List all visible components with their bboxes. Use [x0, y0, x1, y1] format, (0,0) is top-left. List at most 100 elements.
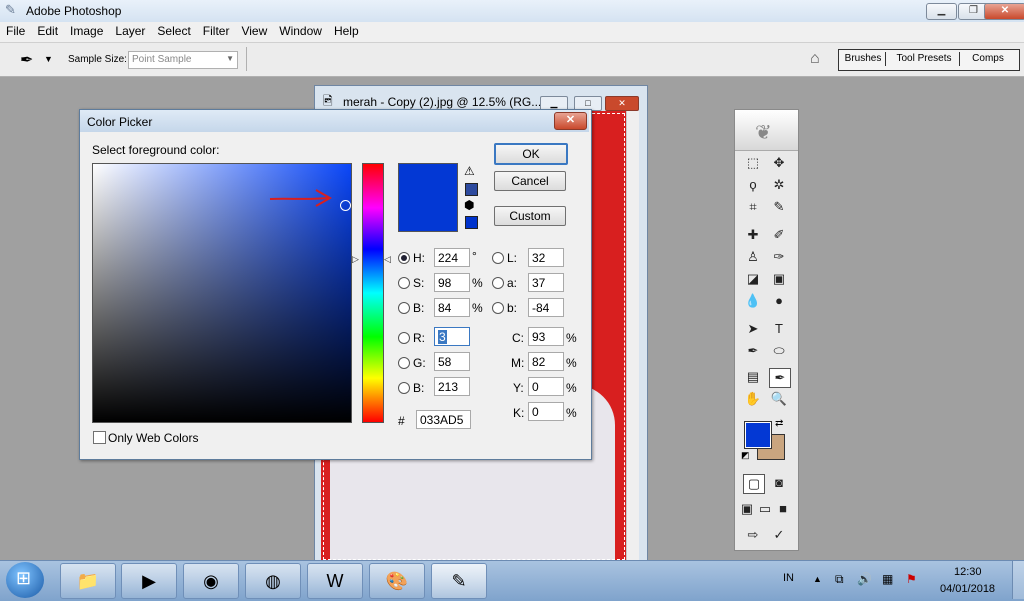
- input-m[interactable]: 82: [528, 352, 564, 371]
- menu-help[interactable]: Help: [328, 22, 365, 38]
- hue-slider-right-handle[interactable]: ◁: [384, 254, 391, 265]
- menu-select[interactable]: Select: [151, 22, 196, 38]
- input-a[interactable]: 37: [528, 273, 564, 292]
- blur-tool-icon[interactable]: 💧: [743, 292, 763, 310]
- input-lab-b[interactable]: -84: [528, 298, 564, 317]
- quick-mask-mode-icon[interactable]: ◙: [769, 474, 789, 492]
- tab-brushes[interactable]: Brushes: [841, 52, 886, 66]
- type-tool-icon[interactable]: T: [769, 320, 789, 338]
- gamut-warning-icon[interactable]: ⚠: [464, 164, 475, 178]
- palette-well-icon[interactable]: ⌂: [810, 50, 820, 68]
- radio-h[interactable]: [398, 252, 410, 264]
- language-indicator[interactable]: IN: [783, 572, 794, 584]
- document-scrollbar[interactable]: [626, 111, 639, 560]
- taskbar-paint-button[interactable]: 🎨: [369, 563, 425, 599]
- foreground-color-swatch[interactable]: [744, 421, 772, 449]
- close-button[interactable]: ✕: [984, 3, 1024, 20]
- lasso-tool-icon[interactable]: ϙ: [743, 176, 763, 194]
- hand-tool-icon[interactable]: ✋: [743, 390, 763, 408]
- eraser-tool-icon[interactable]: ◪: [743, 270, 763, 288]
- menu-image[interactable]: Image: [64, 22, 109, 38]
- network-icon[interactable]: ▦: [882, 572, 893, 586]
- show-desktop-button[interactable]: [1012, 561, 1024, 599]
- move-tool-icon[interactable]: ✥: [769, 154, 789, 172]
- input-s[interactable]: 98: [434, 273, 470, 292]
- default-colors-icon[interactable]: ◩: [741, 450, 750, 461]
- menu-file[interactable]: File: [0, 22, 31, 38]
- eyedropper-tool-icon[interactable]: ✒: [20, 50, 33, 70]
- screen-mode-standard-icon[interactable]: ▣: [739, 500, 755, 518]
- jump-to-imageready-icon[interactable]: ⇨: [743, 526, 763, 544]
- brush-tool-icon[interactable]: ✐: [769, 226, 789, 244]
- action-center-icon[interactable]: ⚑: [906, 572, 917, 586]
- menu-view[interactable]: View: [235, 22, 273, 38]
- minimize-button[interactable]: ▁: [926, 3, 957, 20]
- taskbar-word-button[interactable]: W: [307, 563, 363, 599]
- menu-layer[interactable]: Layer: [109, 22, 151, 38]
- input-l[interactable]: 32: [528, 248, 564, 267]
- clone-stamp-tool-icon[interactable]: ♙: [743, 248, 763, 266]
- radio-l[interactable]: [492, 252, 504, 264]
- radio-r[interactable]: [398, 332, 410, 344]
- document-close-button[interactable]: ✕: [605, 96, 639, 111]
- menu-edit[interactable]: Edit: [31, 22, 64, 38]
- slice-tool-icon[interactable]: ✎: [769, 198, 789, 216]
- screen-mode-full-icon[interactable]: ■: [775, 500, 791, 518]
- sample-size-select[interactable]: Point Sample ▼: [128, 51, 238, 69]
- hue-slider[interactable]: [362, 163, 384, 423]
- gamut-swatch[interactable]: [465, 183, 478, 196]
- hex-input[interactable]: 033AD5: [416, 410, 471, 429]
- web-safe-icon[interactable]: ⬢: [464, 198, 474, 212]
- standard-mode-icon[interactable]: ▢: [743, 474, 765, 494]
- zoom-tool-icon[interactable]: 🔍: [769, 390, 789, 408]
- radio-rgb-b[interactable]: [398, 382, 410, 394]
- clock-time[interactable]: 12:30: [954, 566, 982, 578]
- ok-button[interactable]: OK: [494, 143, 568, 165]
- gradient-tool-icon[interactable]: ▣: [769, 270, 789, 288]
- radio-lab-b[interactable]: [492, 302, 504, 314]
- input-c[interactable]: 93: [528, 327, 564, 346]
- screen-mode-full-menu-icon[interactable]: ▭: [757, 500, 773, 518]
- pen-tool-icon[interactable]: ✒: [743, 342, 763, 360]
- start-button[interactable]: ⊞: [6, 562, 44, 598]
- radio-b[interactable]: [398, 302, 410, 314]
- taskbar-photoshop-button[interactable]: ✎: [431, 563, 487, 599]
- web-safe-swatch[interactable]: [465, 216, 478, 229]
- imageready-icon[interactable]: ✓: [769, 526, 789, 544]
- show-hidden-icons-icon[interactable]: ▲: [813, 574, 822, 584]
- taskbar-media-player-button[interactable]: ▶: [121, 563, 177, 599]
- dodge-tool-icon[interactable]: ●: [769, 292, 789, 310]
- cancel-button[interactable]: Cancel: [494, 171, 566, 191]
- menu-filter[interactable]: Filter: [197, 22, 236, 38]
- radio-a[interactable]: [492, 277, 504, 289]
- radio-s[interactable]: [398, 277, 410, 289]
- volume-icon[interactable]: 🔊: [857, 572, 872, 586]
- input-g[interactable]: 58: [434, 352, 470, 371]
- only-web-colors-checkbox[interactable]: [93, 431, 106, 444]
- tab-tool-presets[interactable]: Tool Presets: [889, 52, 960, 66]
- custom-button[interactable]: Custom: [494, 206, 566, 226]
- magic-wand-tool-icon[interactable]: ✲: [769, 176, 789, 194]
- tool-preset-dropdown-icon[interactable]: ▼: [44, 54, 53, 64]
- shape-tool-icon[interactable]: ⬭: [769, 342, 789, 360]
- radio-g[interactable]: [398, 357, 410, 369]
- history-brush-tool-icon[interactable]: ✑: [769, 248, 789, 266]
- menu-window[interactable]: Window: [273, 22, 328, 38]
- marquee-tool-icon[interactable]: ⬚: [743, 154, 763, 172]
- dialog-close-button[interactable]: ✕: [554, 112, 587, 130]
- input-b[interactable]: 84: [434, 298, 470, 317]
- input-r[interactable]: 3: [434, 327, 470, 346]
- color-picker-cursor[interactable]: [340, 200, 351, 211]
- hue-slider-left-handle[interactable]: ▷: [352, 254, 359, 265]
- healing-brush-tool-icon[interactable]: ✚: [743, 226, 763, 244]
- eyedropper-tool-active-icon[interactable]: ✒: [769, 368, 791, 388]
- tray-app-icon[interactable]: ⧉: [835, 572, 844, 587]
- swap-colors-icon[interactable]: ⇄: [775, 418, 783, 429]
- tab-comps[interactable]: Comps: [963, 52, 1013, 66]
- taskbar-webcam-button[interactable]: ◉: [183, 563, 239, 599]
- path-selection-tool-icon[interactable]: ➤: [743, 320, 763, 338]
- input-h[interactable]: 224: [434, 248, 470, 267]
- input-k[interactable]: 0: [528, 402, 564, 421]
- input-rgb-b[interactable]: 213: [434, 377, 470, 396]
- taskbar-chrome-button[interactable]: ◍: [245, 563, 301, 599]
